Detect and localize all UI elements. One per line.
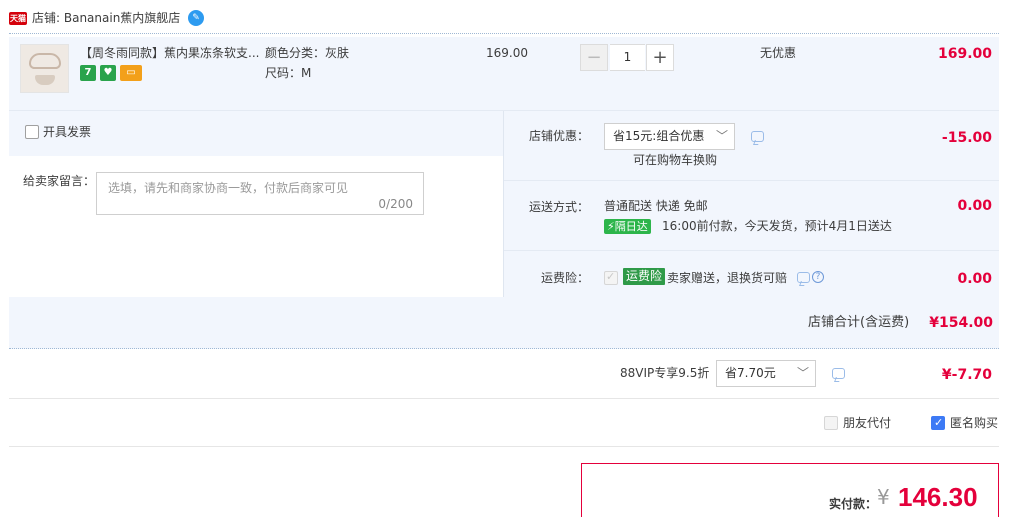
- message-label: 给卖家留言：: [23, 174, 96, 188]
- wangwang-chat-icon[interactable]: ✎: [188, 10, 204, 26]
- options-divider: [503, 110, 504, 297]
- shipping-eta: 16:00前付款，今天发货，预计4月1日送达: [662, 219, 892, 233]
- section-divider: [9, 33, 999, 34]
- help-icon[interactable]: ?: [812, 271, 824, 283]
- sku-color: 颜色分类：灰肤: [265, 46, 350, 60]
- unit-price: 169.00: [486, 46, 528, 60]
- quantity-increase-button[interactable]: +: [646, 44, 674, 71]
- item-discount: 无优惠: [760, 46, 797, 60]
- friend-pay-checkbox[interactable]: [824, 416, 838, 430]
- row-divider: [504, 180, 999, 181]
- friend-pay-label[interactable]: 朋友代付: [843, 415, 891, 431]
- product-title[interactable]: 【周冬雨同款】蕉内果冻条软支...: [80, 45, 262, 61]
- chat-icon[interactable]: [751, 131, 764, 142]
- row-divider: [9, 446, 999, 447]
- shop-discount-value: 省15元:组合优惠: [613, 129, 705, 143]
- guarantee-icon: ♥: [100, 65, 116, 81]
- store-total-amount: ¥154.00: [929, 315, 993, 331]
- payment-amount: 146.30: [898, 482, 978, 512]
- next-day-tag-label: 隔日达: [614, 220, 648, 233]
- row-divider: [9, 398, 999, 399]
- vip-discount-label: 88VIP专享9.5折: [620, 366, 710, 380]
- seller-message-input[interactable]: 选填，请先和商家协商一致，付款后商家可见 0/200: [96, 172, 424, 215]
- quantity-decrease-button[interactable]: −: [580, 44, 608, 71]
- seven-day-return-icon: 7: [80, 65, 96, 81]
- invoice-checkbox[interactable]: [25, 125, 39, 139]
- insurance-label: 运费险：: [541, 271, 590, 285]
- chat-icon[interactable]: [797, 272, 810, 283]
- message-placeholder: 选填，请先和商家协商一致，付款后商家可见: [108, 181, 349, 195]
- vip-discount-value: 省7.70元: [725, 366, 776, 380]
- shipping-method: 普通配送 快递 免邮: [604, 199, 708, 213]
- insurance-checkbox: ✓: [604, 270, 618, 285]
- payment-label: 实付款：: [829, 497, 878, 511]
- section-divider: [9, 348, 999, 349]
- shop-discount-amount: -15.00: [941, 130, 992, 146]
- store-total-label: 店铺合计(含运费): [808, 315, 910, 330]
- insurance-tag: 运费险: [623, 268, 666, 285]
- chat-icon[interactable]: [832, 368, 845, 379]
- chevron-down-icon: ﹀: [796, 366, 809, 380]
- shop-name[interactable]: 店铺: Bananain蕉内旗舰店: [32, 10, 180, 26]
- insurance-amount: 0.00: [957, 271, 992, 287]
- vip-discount-select[interactable]: 省7.70元 ﹀: [716, 360, 816, 387]
- product-thumbnail[interactable]: [20, 44, 69, 93]
- row-divider: [504, 250, 999, 251]
- shipping-amount: 0.00: [957, 198, 992, 214]
- next-day-tag: ⚡隔日达: [604, 219, 651, 234]
- tmall-badge: 天猫: [9, 12, 27, 25]
- anonymous-purchase-checkbox[interactable]: [931, 416, 945, 430]
- row-divider: [9, 110, 999, 111]
- currency-symbol: ¥: [877, 485, 890, 509]
- message-char-counter: 0/200: [378, 197, 413, 211]
- shop-discount-select[interactable]: 省15元:组合优惠 ﹀: [604, 123, 735, 150]
- sku-size: 尺码：M: [265, 66, 312, 80]
- lightning-icon: ⚡: [607, 220, 615, 233]
- vip-discount-amount: ¥-7.70: [941, 367, 992, 383]
- shipping-label: 运送方式：: [529, 200, 590, 214]
- shop-discount-label: 店铺优惠：: [529, 129, 590, 143]
- shop-discount-note: 可在购物车换购: [633, 153, 718, 167]
- insurance-desc: 卖家赠送，退换货可赔: [667, 271, 788, 285]
- credit-card-icon: ▭: [120, 65, 142, 81]
- anonymous-purchase-label[interactable]: 匿名购买: [950, 415, 998, 431]
- item-subtotal: 169.00: [937, 46, 992, 62]
- quantity-input[interactable]: 1: [610, 44, 645, 71]
- chevron-down-icon: ﹀: [715, 129, 728, 143]
- invoice-label[interactable]: 开具发票: [43, 124, 91, 140]
